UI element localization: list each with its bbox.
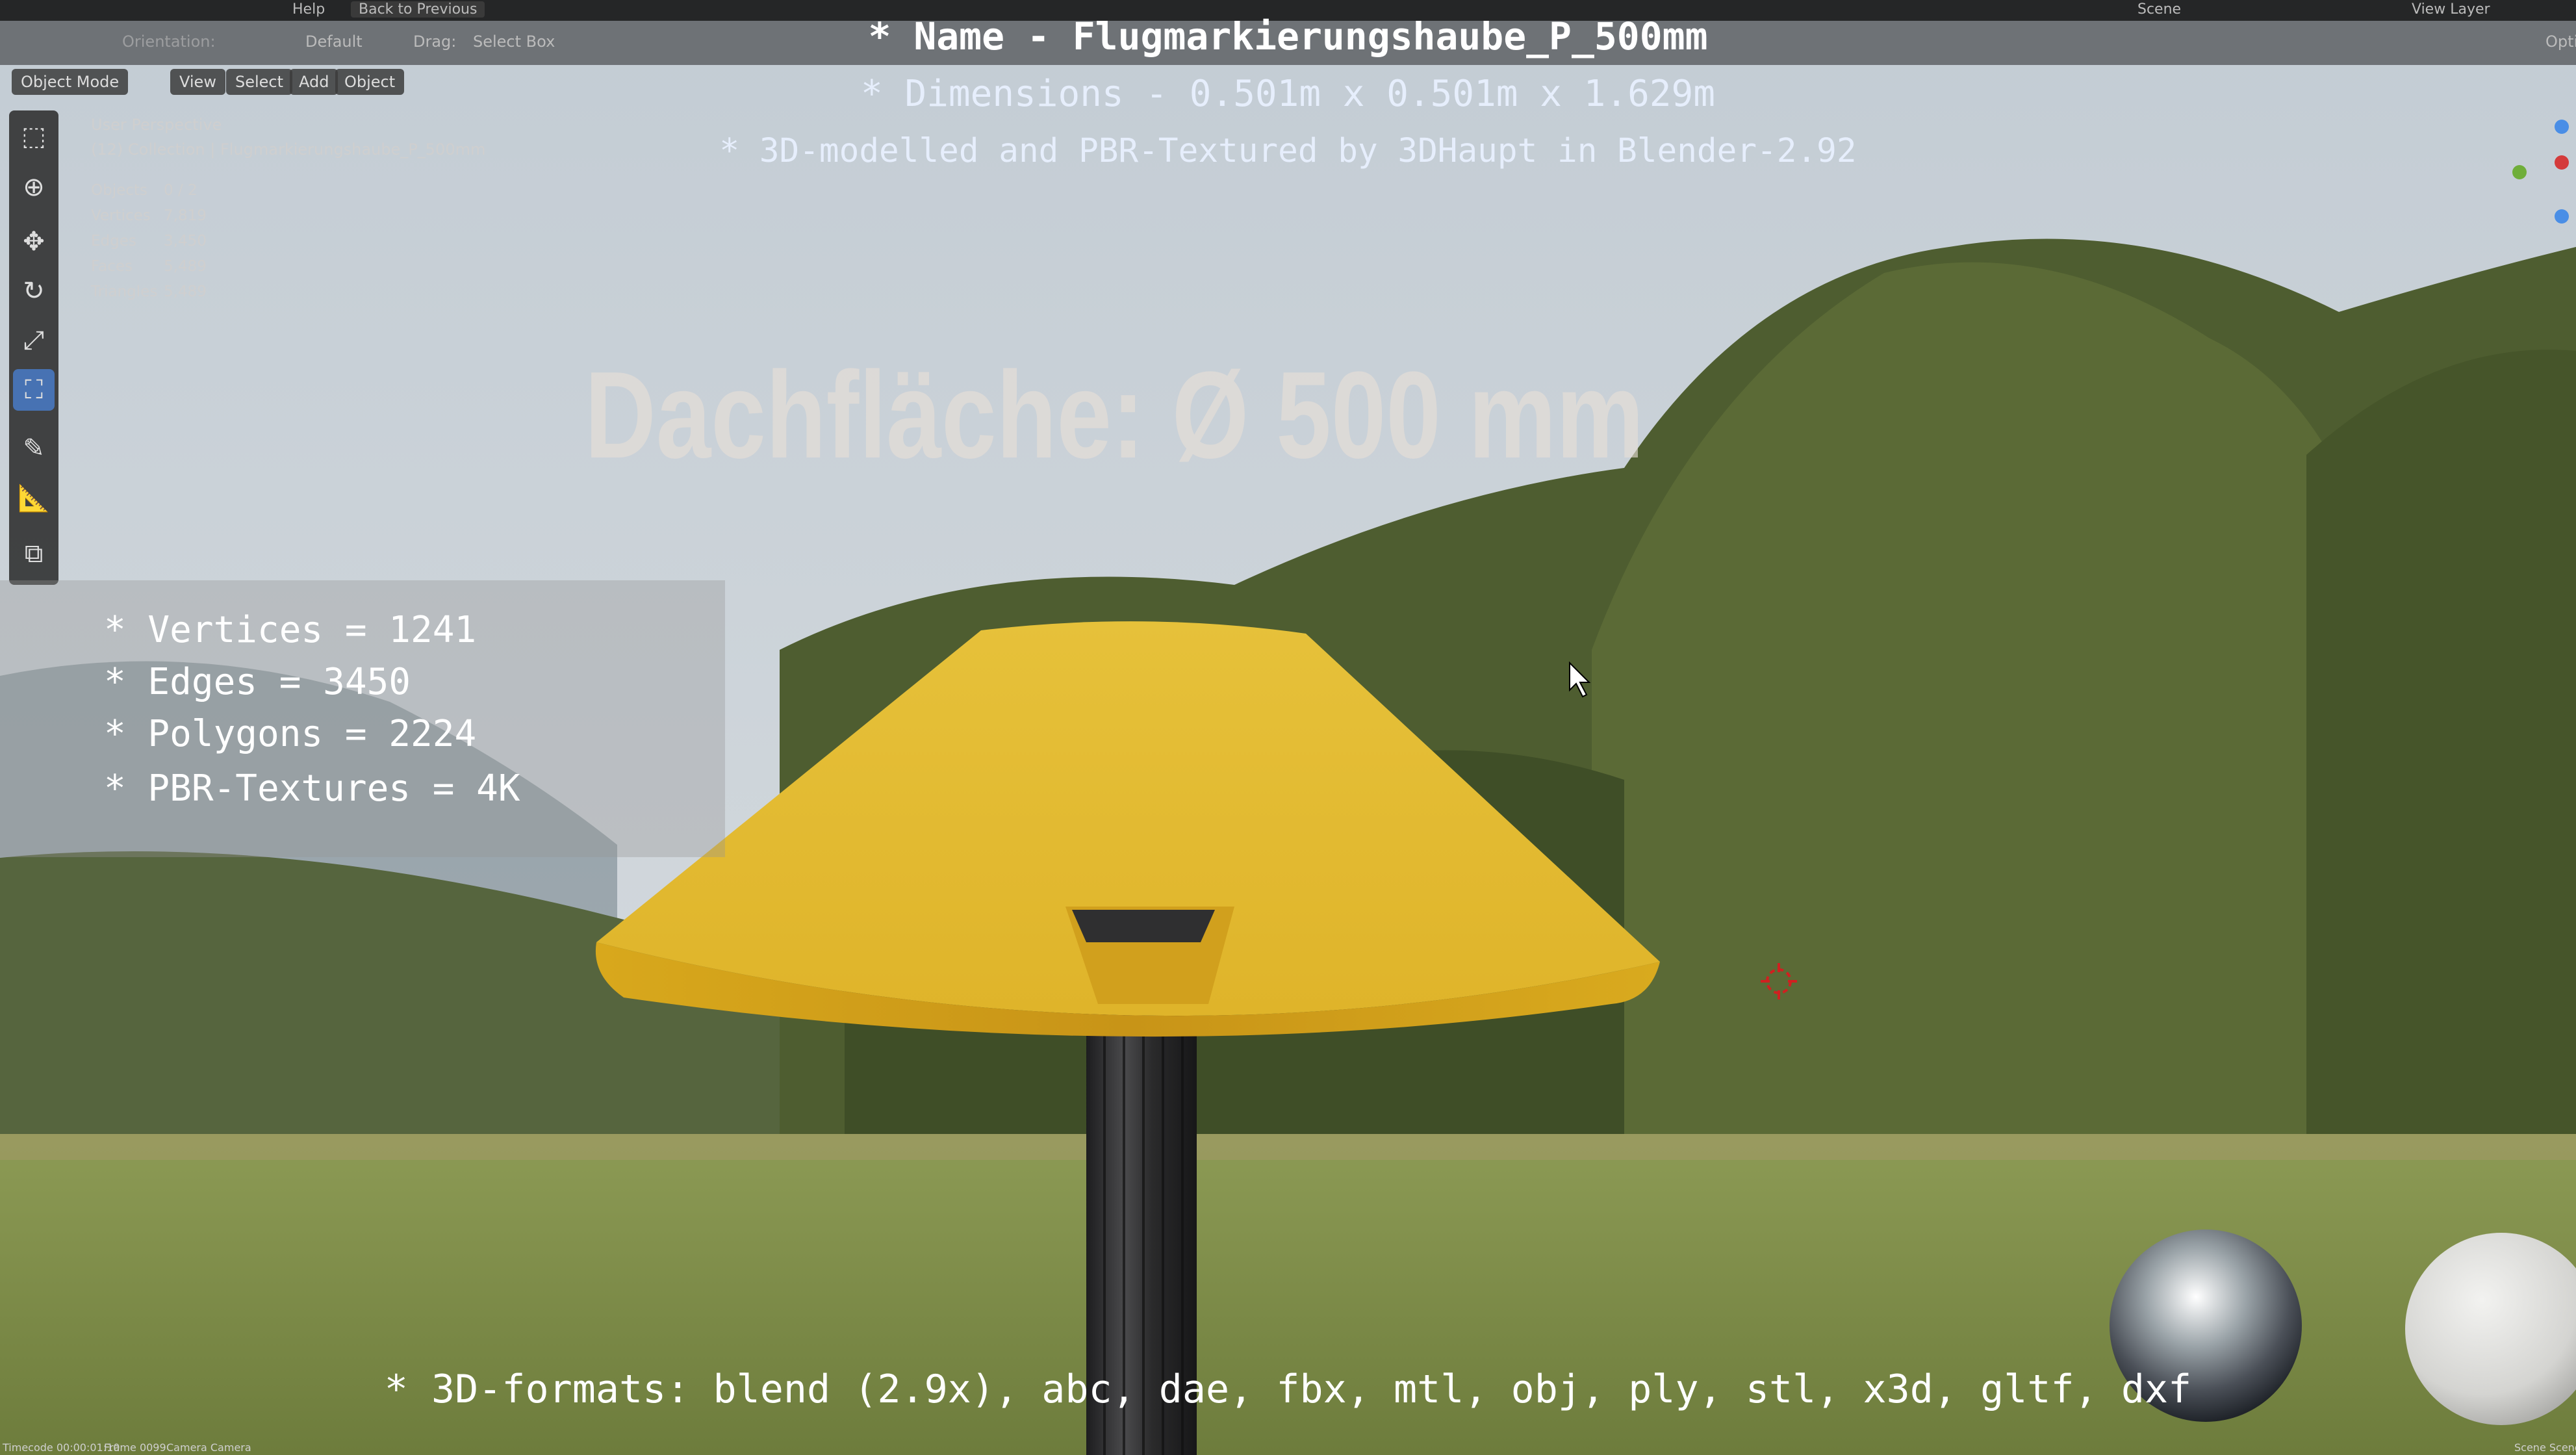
move-icon[interactable]: ✥	[13, 221, 55, 263]
stat-label: Edges	[91, 233, 136, 250]
stat-label: Faces	[91, 258, 133, 275]
blender-window: Help Back to Previous Scene View Layer O…	[0, 0, 2576, 1455]
stat-value: 5,489	[164, 283, 207, 300]
formats-line: * 3D-formats: blend (2.9x), abc, dae, fb…	[384, 1367, 2192, 1412]
stat-value: 7,819	[164, 207, 207, 224]
stat-value: 5,489	[164, 258, 207, 275]
scene-footer-label: Scene Scene	[2514, 1441, 2576, 1454]
annotate-icon[interactable]: ✎	[13, 428, 55, 469]
timecode-label: Timecode 00:00:01:10	[3, 1441, 120, 1454]
roof-area-label: Dachfläche: Ø 500 mm	[585, 346, 1644, 484]
stat-value: 3,450	[164, 233, 207, 250]
transform-icon[interactable]: ⛶	[13, 369, 55, 411]
vertices-stat: * Vertices = 1241	[104, 609, 477, 651]
mesh-stats-overlay: * Vertices = 1241 * Edges = 3450 * Polyg…	[0, 580, 725, 857]
measure-icon[interactable]: 📐	[13, 477, 55, 519]
textures-stat: * PBR-Textures = 4K	[104, 767, 520, 810]
modelled-by-line: * 3D-modelled and PBR-Textured by 3DHaup…	[719, 132, 1857, 170]
camera-label: Camera Camera	[166, 1441, 251, 1454]
model-dimensions-line: * Dimensions - 0.501m x 0.501m x 1.629m	[861, 73, 1715, 115]
edges-stat: * Edges = 3450	[104, 661, 411, 703]
stat-label: Objects	[91, 182, 147, 199]
add-cube-icon[interactable]: ⧉	[13, 533, 55, 574]
frame-label: Frame 0099	[104, 1441, 166, 1454]
model-name-title: * Name - Flugmarkierungshaube_P_500mm	[868, 14, 1708, 58]
title-overlay: * Name - Flugmarkierungshaube_P_500mm * …	[0, 0, 2576, 182]
scale-icon[interactable]: ⤢	[13, 320, 55, 361]
stat-label: Triangles	[91, 283, 158, 300]
rotate-icon[interactable]: ↻	[13, 270, 55, 312]
stat-label: Vertices	[91, 207, 151, 224]
stat-value: 0 / 2	[164, 182, 198, 199]
polygons-stat: * Polygons = 2224	[104, 713, 477, 755]
